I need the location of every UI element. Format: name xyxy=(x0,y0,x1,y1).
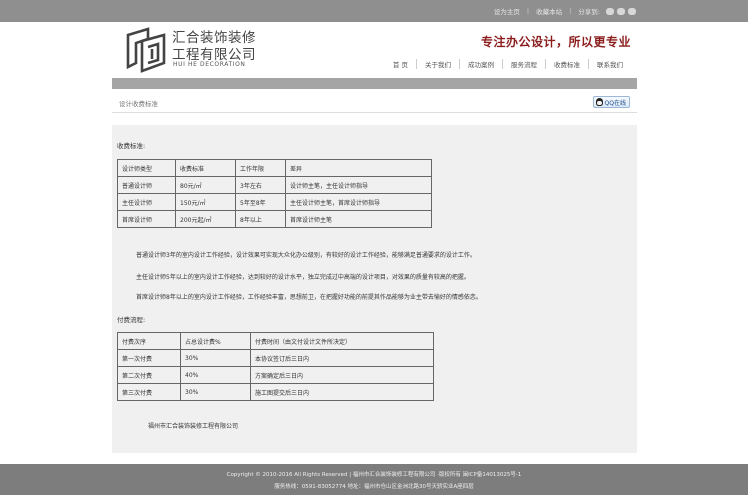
main-content: 收费标准: 设计师类型 收费标准 工作年限 差异 普通设计师 80元/㎡ 3年左… xyxy=(112,125,637,453)
table-cell: 设计师主笔，主任设计师指导 xyxy=(285,176,432,194)
table-header-cell: 付费次序 xyxy=(117,332,181,350)
qq-online-label: QQ在线 xyxy=(604,99,626,107)
page-subheader: 设计收费标准 QQ在线 xyxy=(112,91,637,113)
table-cell: 5年至8年 xyxy=(235,193,286,211)
table-row: 第三次付费 30% 施工图提交后三日内 xyxy=(117,383,434,401)
table-cell: 方案确定后三日内 xyxy=(250,366,434,384)
fees-table: 设计师类型 收费标准 工作年限 差异 普通设计师 80元/㎡ 3年左右 设计师主… xyxy=(117,159,432,228)
top-links: 设为主页 | 收藏本站 | 分享到: xyxy=(494,6,636,16)
nav-home[interactable]: 首 页 xyxy=(385,59,416,69)
main-nav: 首 页 关于我们 成功案例 服务流程 收费标准 联系我们 xyxy=(385,59,631,69)
paragraph-senior-designer: 主任设计师5年以上的室内设计工作经验，达到较好的设计水平，独立完成过中高端的设计… xyxy=(136,274,470,281)
banner-bar xyxy=(112,78,637,89)
table-header-row: 设计师类型 收费标准 工作年限 差异 xyxy=(117,159,432,177)
fees-label: 收费标准: xyxy=(117,142,146,150)
table-cell: 施工图提交后三日内 xyxy=(250,383,434,401)
table-cell: 30% xyxy=(180,349,251,367)
table-cell: 第三次付费 xyxy=(117,383,181,401)
company-logo-icon[interactable] xyxy=(118,27,170,73)
nav-cases[interactable]: 成功案例 xyxy=(459,59,502,69)
footer: Copyright © 2010-2016 All Rights Reserve… xyxy=(0,464,748,495)
footer-contact: 服务热线：0591-83052774 地址：福州市仓山区金洲北路30号天骄实业A… xyxy=(274,484,474,490)
add-favorite-link[interactable]: 收藏本站 xyxy=(536,6,562,16)
share-label: 分享到: xyxy=(578,8,600,16)
table-cell: 80元/㎡ xyxy=(175,176,236,194)
table-header-cell: 收费标准 xyxy=(175,159,236,177)
table-header-cell: 工作年限 xyxy=(235,159,286,177)
table-cell: 200元起/㎡ xyxy=(175,210,236,228)
table-row: 首席设计师 200元起/㎡ 8年以上 首席设计师主笔 xyxy=(117,210,432,228)
page-title: 设计收费标准 xyxy=(119,100,158,108)
table-cell: 主任设计师主笔，首席设计师指导 xyxy=(285,193,432,211)
qq-online-button[interactable]: QQ在线 xyxy=(592,96,630,108)
header: 汇合装饰装修 工程有限公司 HUI HE DECORATION 专注办公设计，所… xyxy=(112,22,637,78)
nav-about[interactable]: 关于我们 xyxy=(416,59,459,69)
table-cell: 30% xyxy=(180,383,251,401)
table-header-row: 付费次序 占总设计费% 付费时间（由文付设计文件所决定） xyxy=(117,332,434,350)
company-signature: 福州市汇合装饰装修工程有限公司 xyxy=(148,423,239,430)
logo-english-name: HUI HE DECORATION xyxy=(173,61,246,68)
weibo-icon[interactable] xyxy=(606,7,614,15)
paragraph-chief-designer: 首席设计师8年以上的室内设计工作经验，工作经验丰富，思想前卫，在把握好功能的前提… xyxy=(136,294,482,301)
table-cell: 本协议签订后三日内 xyxy=(250,349,434,367)
table-cell: 150元/㎡ xyxy=(175,193,236,211)
table-cell: 第二次付费 xyxy=(117,366,181,384)
nav-process[interactable]: 服务流程 xyxy=(502,59,545,69)
table-cell: 40% xyxy=(180,366,251,384)
table-cell: 普通设计师 xyxy=(117,176,176,194)
table-header-cell: 付费时间（由文付设计文件所决定） xyxy=(250,332,434,350)
table-cell: 主任设计师 xyxy=(117,193,176,211)
table-cell: 3年左右 xyxy=(235,176,286,194)
table-row: 主任设计师 150元/㎡ 5年至8年 主任设计师主笔，首席设计师指导 xyxy=(117,193,432,211)
table-cell: 首席设计师 xyxy=(117,210,176,228)
share-icons xyxy=(606,7,636,15)
table-cell: 8年以上 xyxy=(235,210,286,228)
table-row: 第二次付费 40% 方案确定后三日内 xyxy=(117,366,434,384)
nav-fees[interactable]: 收费标准 xyxy=(545,59,588,69)
divider: | xyxy=(526,7,530,15)
payment-label: 付费流程: xyxy=(117,316,146,324)
logo-name-line2: 工程有限公司 xyxy=(172,47,256,63)
tencent-weibo-icon[interactable] xyxy=(617,7,625,15)
table-row: 普通设计师 80元/㎡ 3年左右 设计师主笔，主任设计师指导 xyxy=(117,176,432,194)
set-homepage-link[interactable]: 设为主页 xyxy=(494,6,520,16)
qq-penguin-icon xyxy=(595,98,603,106)
slogan: 专注办公设计，所以更专业 xyxy=(480,35,631,49)
nav-contact[interactable]: 联系我们 xyxy=(588,59,631,69)
divider: | xyxy=(569,7,572,15)
paragraph-standard-designer: 普通设计师3年的室内设计工作经验，设计效果可实现大众化办公级别，有较好的设计工作… xyxy=(136,252,476,259)
table-header-cell: 差异 xyxy=(285,159,432,177)
footer-copyright: Copyright © 2010-2016 All Rights Reserve… xyxy=(226,472,522,478)
table-header-cell: 占总设计费% xyxy=(180,332,251,350)
table-row: 第一次付费 30% 本协议签订后三日内 xyxy=(117,349,434,367)
table-cell: 首席设计师主笔 xyxy=(285,210,432,228)
table-header-cell: 设计师类型 xyxy=(117,159,176,177)
payment-table: 付费次序 占总设计费% 付费时间（由文付设计文件所决定） 第一次付费 30% 本… xyxy=(117,332,434,401)
top-bar: 设为主页 | 收藏本站 | 分享到: xyxy=(0,0,748,22)
wechat-icon[interactable] xyxy=(628,7,636,15)
table-cell: 第一次付费 xyxy=(117,349,181,367)
